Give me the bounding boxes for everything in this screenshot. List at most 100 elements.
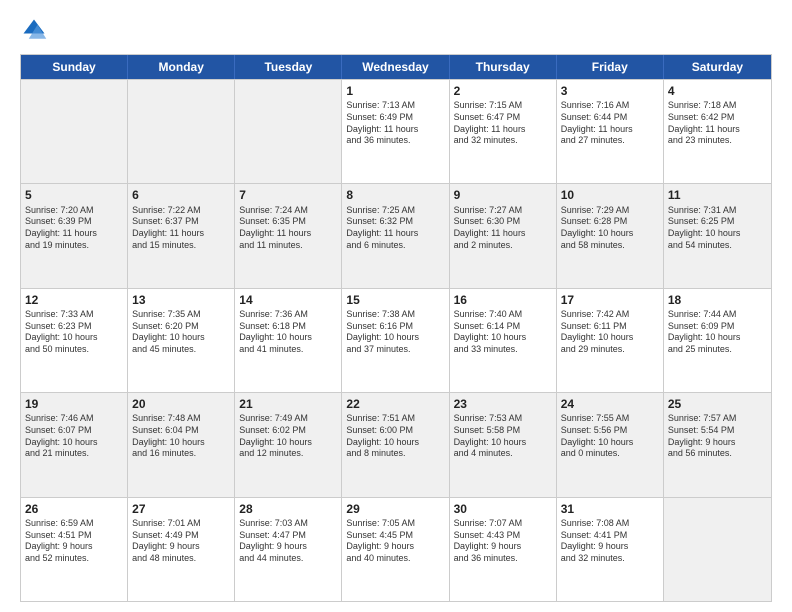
day-cell-22: 22Sunrise: 7:51 AM Sunset: 6:00 PM Dayli…	[342, 393, 449, 496]
day-cell-31: 31Sunrise: 7:08 AM Sunset: 4:41 PM Dayli…	[557, 498, 664, 601]
calendar-week-0: 1Sunrise: 7:13 AM Sunset: 6:49 PM Daylig…	[21, 79, 771, 183]
cell-info: Sunrise: 7:35 AM Sunset: 6:20 PM Dayligh…	[132, 309, 230, 356]
day-number: 26	[25, 501, 123, 517]
cell-info: Sunrise: 7:40 AM Sunset: 6:14 PM Dayligh…	[454, 309, 552, 356]
calendar-week-1: 5 Sunrise: 7:20 AM Sunset: 6:39 PM Daylig…	[21, 183, 771, 287]
day-number: 20	[132, 396, 230, 412]
cell-info: Sunrise: 7:44 AM Sunset: 6:09 PM Dayligh…	[668, 309, 767, 356]
logo	[20, 16, 52, 44]
day-cell-6: 6Sunrise: 7:22 AM Sunset: 6:37 PM Daylig…	[128, 184, 235, 287]
cell-info: Sunrise: 7:13 AM Sunset: 6:49 PM Dayligh…	[346, 100, 444, 147]
empty-cell	[128, 80, 235, 183]
day-cell-1: 1Sunrise: 7:13 AM Sunset: 6:49 PM Daylig…	[342, 80, 449, 183]
cell-info: Sunrise: 7:15 AM Sunset: 6:47 PM Dayligh…	[454, 100, 552, 147]
cell-info: Sunrise: 7:48 AM Sunset: 6:04 PM Dayligh…	[132, 413, 230, 460]
header-day-thursday: Thursday	[450, 55, 557, 79]
day-cell-11: 11 Sunrise: 7:31 AM Sunset: 6:25 PM Dayli…	[664, 184, 771, 287]
cell-info: Sunrise: 7:31 AM Sunset: 6:25 PM Dayligh…	[668, 205, 767, 252]
header	[20, 16, 772, 44]
cell-info: Sunrise: 7:38 AM Sunset: 6:16 PM Dayligh…	[346, 309, 444, 356]
day-cell-12: 12Sunrise: 7:33 AM Sunset: 6:23 PM Dayli…	[21, 289, 128, 392]
day-number: 31	[561, 501, 659, 517]
day-cell-7: 7 Sunrise: 7:24 AM Sunset: 6:35 PM Daylig…	[235, 184, 342, 287]
day-cell-16: 16Sunrise: 7:40 AM Sunset: 6:14 PM Dayli…	[450, 289, 557, 392]
day-number: 10	[561, 187, 659, 203]
calendar-header: SundayMondayTuesdayWednesdayThursdayFrid…	[21, 55, 771, 79]
cell-info: Sunrise: 7:29 AM Sunset: 6:28 PM Dayligh…	[561, 205, 659, 252]
day-cell-3: 3Sunrise: 7:16 AM Sunset: 6:44 PM Daylig…	[557, 80, 664, 183]
day-number: 15	[346, 292, 444, 308]
day-number: 18	[668, 292, 767, 308]
day-number: 4	[668, 83, 767, 99]
cell-info: Sunrise: 7:42 AM Sunset: 6:11 PM Dayligh…	[561, 309, 659, 356]
cell-info: Sunrise: 6:59 AM Sunset: 4:51 PM Dayligh…	[25, 518, 123, 565]
calendar-week-4: 26Sunrise: 6:59 AM Sunset: 4:51 PM Dayli…	[21, 497, 771, 601]
day-cell-13: 13Sunrise: 7:35 AM Sunset: 6:20 PM Dayli…	[128, 289, 235, 392]
day-number: 16	[454, 292, 552, 308]
day-cell-29: 29Sunrise: 7:05 AM Sunset: 4:45 PM Dayli…	[342, 498, 449, 601]
day-number: 11	[668, 187, 767, 203]
cell-info: Sunrise: 7:53 AM Sunset: 5:58 PM Dayligh…	[454, 413, 552, 460]
logo-icon	[20, 16, 48, 44]
day-cell-10: 10 Sunrise: 7:29 AM Sunset: 6:28 PM Dayli…	[557, 184, 664, 287]
day-number: 5	[25, 187, 123, 203]
day-cell-4: 4Sunrise: 7:18 AM Sunset: 6:42 PM Daylig…	[664, 80, 771, 183]
day-number: 13	[132, 292, 230, 308]
day-number: 12	[25, 292, 123, 308]
day-number: 9	[454, 187, 552, 203]
header-day-tuesday: Tuesday	[235, 55, 342, 79]
day-number: 27	[132, 501, 230, 517]
day-number: 19	[25, 396, 123, 412]
cell-info: Sunrise: 7:01 AM Sunset: 4:49 PM Dayligh…	[132, 518, 230, 565]
cell-info: Sunrise: 7:49 AM Sunset: 6:02 PM Dayligh…	[239, 413, 337, 460]
day-number: 7	[239, 187, 337, 203]
day-number: 14	[239, 292, 337, 308]
cell-info: Sunrise: 7:24 AM Sunset: 6:35 PM Dayligh…	[239, 205, 337, 252]
cell-info: Sunrise: 7:07 AM Sunset: 4:43 PM Dayligh…	[454, 518, 552, 565]
cell-info: Sunrise: 7:16 AM Sunset: 6:44 PM Dayligh…	[561, 100, 659, 147]
header-day-wednesday: Wednesday	[342, 55, 449, 79]
cell-info: Sunrise: 7:55 AM Sunset: 5:56 PM Dayligh…	[561, 413, 659, 460]
day-cell-26: 26Sunrise: 6:59 AM Sunset: 4:51 PM Dayli…	[21, 498, 128, 601]
day-cell-23: 23Sunrise: 7:53 AM Sunset: 5:58 PM Dayli…	[450, 393, 557, 496]
day-number: 1	[346, 83, 444, 99]
empty-cell	[235, 80, 342, 183]
page: SundayMondayTuesdayWednesdayThursdayFrid…	[0, 0, 792, 612]
day-number: 30	[454, 501, 552, 517]
day-number: 28	[239, 501, 337, 517]
day-number: 22	[346, 396, 444, 412]
calendar-week-2: 12Sunrise: 7:33 AM Sunset: 6:23 PM Dayli…	[21, 288, 771, 392]
cell-info: Sunrise: 7:08 AM Sunset: 4:41 PM Dayligh…	[561, 518, 659, 565]
day-cell-27: 27Sunrise: 7:01 AM Sunset: 4:49 PM Dayli…	[128, 498, 235, 601]
cell-info: Sunrise: 7:46 AM Sunset: 6:07 PM Dayligh…	[25, 413, 123, 460]
cell-info: Sunrise: 7:36 AM Sunset: 6:18 PM Dayligh…	[239, 309, 337, 356]
day-number: 21	[239, 396, 337, 412]
day-number: 29	[346, 501, 444, 517]
cell-info: Sunrise: 7:18 AM Sunset: 6:42 PM Dayligh…	[668, 100, 767, 147]
calendar-week-3: 19Sunrise: 7:46 AM Sunset: 6:07 PM Dayli…	[21, 392, 771, 496]
day-cell-28: 28Sunrise: 7:03 AM Sunset: 4:47 PM Dayli…	[235, 498, 342, 601]
empty-cell	[21, 80, 128, 183]
day-cell-20: 20Sunrise: 7:48 AM Sunset: 6:04 PM Dayli…	[128, 393, 235, 496]
cell-info: Sunrise: 7:20 AM Sunset: 6:39 PM Dayligh…	[25, 205, 123, 252]
cell-info: Sunrise: 7:57 AM Sunset: 5:54 PM Dayligh…	[668, 413, 767, 460]
day-cell-17: 17Sunrise: 7:42 AM Sunset: 6:11 PM Dayli…	[557, 289, 664, 392]
cell-info: Sunrise: 7:27 AM Sunset: 6:30 PM Dayligh…	[454, 205, 552, 252]
cell-info: Sunrise: 7:51 AM Sunset: 6:00 PM Dayligh…	[346, 413, 444, 460]
calendar-body: 1Sunrise: 7:13 AM Sunset: 6:49 PM Daylig…	[21, 79, 771, 601]
empty-cell	[664, 498, 771, 601]
day-cell-21: 21Sunrise: 7:49 AM Sunset: 6:02 PM Dayli…	[235, 393, 342, 496]
day-cell-19: 19Sunrise: 7:46 AM Sunset: 6:07 PM Dayli…	[21, 393, 128, 496]
day-cell-8: 8Sunrise: 7:25 AM Sunset: 6:32 PM Daylig…	[342, 184, 449, 287]
cell-info: Sunrise: 7:25 AM Sunset: 6:32 PM Dayligh…	[346, 205, 444, 252]
header-day-monday: Monday	[128, 55, 235, 79]
day-number: 3	[561, 83, 659, 99]
day-number: 2	[454, 83, 552, 99]
day-number: 6	[132, 187, 230, 203]
day-cell-25: 25Sunrise: 7:57 AM Sunset: 5:54 PM Dayli…	[664, 393, 771, 496]
cell-info: Sunrise: 7:05 AM Sunset: 4:45 PM Dayligh…	[346, 518, 444, 565]
header-day-friday: Friday	[557, 55, 664, 79]
day-cell-18: 18Sunrise: 7:44 AM Sunset: 6:09 PM Dayli…	[664, 289, 771, 392]
day-cell-14: 14Sunrise: 7:36 AM Sunset: 6:18 PM Dayli…	[235, 289, 342, 392]
day-number: 24	[561, 396, 659, 412]
